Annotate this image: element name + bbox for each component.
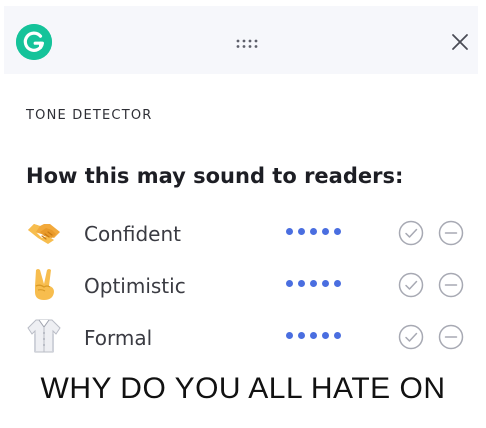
screenshot-frame: TONE DETECTOR How this may sound to read… [0,0,486,428]
tone-detector-panel: TONE DETECTOR How this may sound to read… [4,6,478,370]
minus-circle-icon[interactable] [438,324,464,350]
tone-row-formal: Formal [4,318,478,358]
intensity-dot [322,228,329,235]
panel-header [4,6,478,74]
intensity-dot [322,280,329,287]
tone-row-optimistic: Optimistic [4,266,478,306]
tone-label: Confident [84,222,181,246]
victory-hand-icon [26,266,62,302]
tone-row-confident: Confident [4,214,478,254]
intensity-dots [286,332,348,342]
meme-caption: WHY DO YOU ALL HATE ON [40,372,446,405]
intensity-dot [310,228,317,235]
intensity-dot [298,280,305,287]
check-circle-icon[interactable] [398,272,424,298]
intensity-dot [286,280,293,287]
intensity-dot [298,228,305,235]
check-circle-icon[interactable] [398,220,424,246]
intensity-dot [286,332,293,339]
minus-circle-icon[interactable] [438,220,464,246]
intensity-dot [286,228,293,235]
formal-shirt-icon [26,318,62,354]
minus-circle-icon[interactable] [438,272,464,298]
section-label: TONE DETECTOR [26,108,153,123]
handshake-icon [26,214,62,250]
intensity-dots [286,228,348,238]
panel-headline: How this may sound to readers: [26,164,404,188]
intensity-dot [310,280,317,287]
intensity-dot [334,332,341,339]
intensity-dot [322,332,329,339]
intensity-dot [298,332,305,339]
intensity-dot [334,280,341,287]
tone-label: Formal [84,326,153,350]
tone-label: Optimistic [84,274,186,298]
intensity-dot [334,228,341,235]
check-circle-icon[interactable] [398,324,424,350]
drag-handle-icon[interactable] [236,39,260,49]
intensity-dots [286,280,348,290]
close-icon[interactable] [450,32,470,52]
grammarly-logo-icon [16,24,52,60]
intensity-dot [310,332,317,339]
